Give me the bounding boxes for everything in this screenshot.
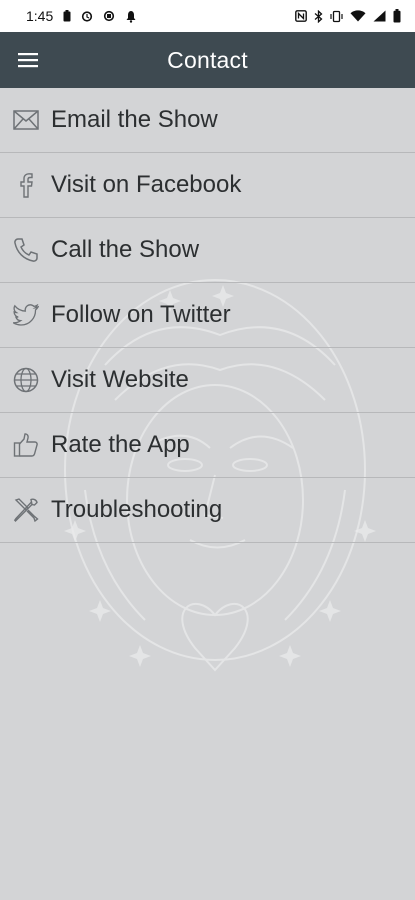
email-the-show-label: Email the Show: [51, 106, 218, 133]
status-bar: 1:45: [0, 0, 415, 32]
nfc-icon: [295, 10, 307, 22]
follow-on-twitter-label: Follow on Twitter: [51, 301, 231, 328]
envelope-icon: [12, 106, 40, 134]
visit-website-item[interactable]: Visit Website: [0, 348, 415, 413]
rate-the-app-item[interactable]: Rate the App: [0, 413, 415, 478]
notification-icon: [125, 10, 137, 23]
sync-icon: [103, 10, 115, 22]
vibrate-icon: [330, 10, 343, 23]
page-title: Contact: [167, 46, 248, 73]
phone-icon: [12, 236, 40, 264]
bluetooth-icon: [314, 9, 323, 23]
troubleshooting-label: Troubleshooting: [51, 496, 223, 523]
visit-on-facebook-item[interactable]: Visit on Facebook: [0, 153, 415, 218]
wifi-icon: [350, 10, 366, 22]
globe-icon: [12, 366, 40, 394]
call-the-show-label: Call the Show: [51, 236, 200, 263]
visit-website-label: Visit Website: [51, 366, 189, 393]
status-time: 1:45: [26, 8, 54, 24]
visit-on-facebook-label: Visit on Facebook: [51, 171, 242, 198]
tools-icon: [12, 496, 40, 524]
signal-icon: [373, 10, 386, 22]
follow-on-twitter-item[interactable]: Follow on Twitter: [0, 283, 415, 348]
app-bar: Contact: [0, 32, 415, 88]
thumbs-up-icon: [12, 431, 40, 459]
battery-saver-icon: [63, 10, 71, 22]
battery-icon: [393, 9, 401, 23]
call-the-show-item[interactable]: Call the Show: [0, 218, 415, 283]
hamburger-menu-icon[interactable]: [14, 46, 42, 74]
email-the-show-item[interactable]: Email the Show: [0, 88, 415, 153]
contact-list: Email the Show Visit on Facebook Call th…: [0, 88, 415, 543]
twitter-icon: [12, 301, 40, 329]
rate-the-app-label: Rate the App: [51, 431, 190, 458]
facebook-icon: [12, 171, 40, 199]
troubleshooting-item[interactable]: Troubleshooting: [0, 478, 415, 543]
alarm-icon: [81, 10, 93, 22]
